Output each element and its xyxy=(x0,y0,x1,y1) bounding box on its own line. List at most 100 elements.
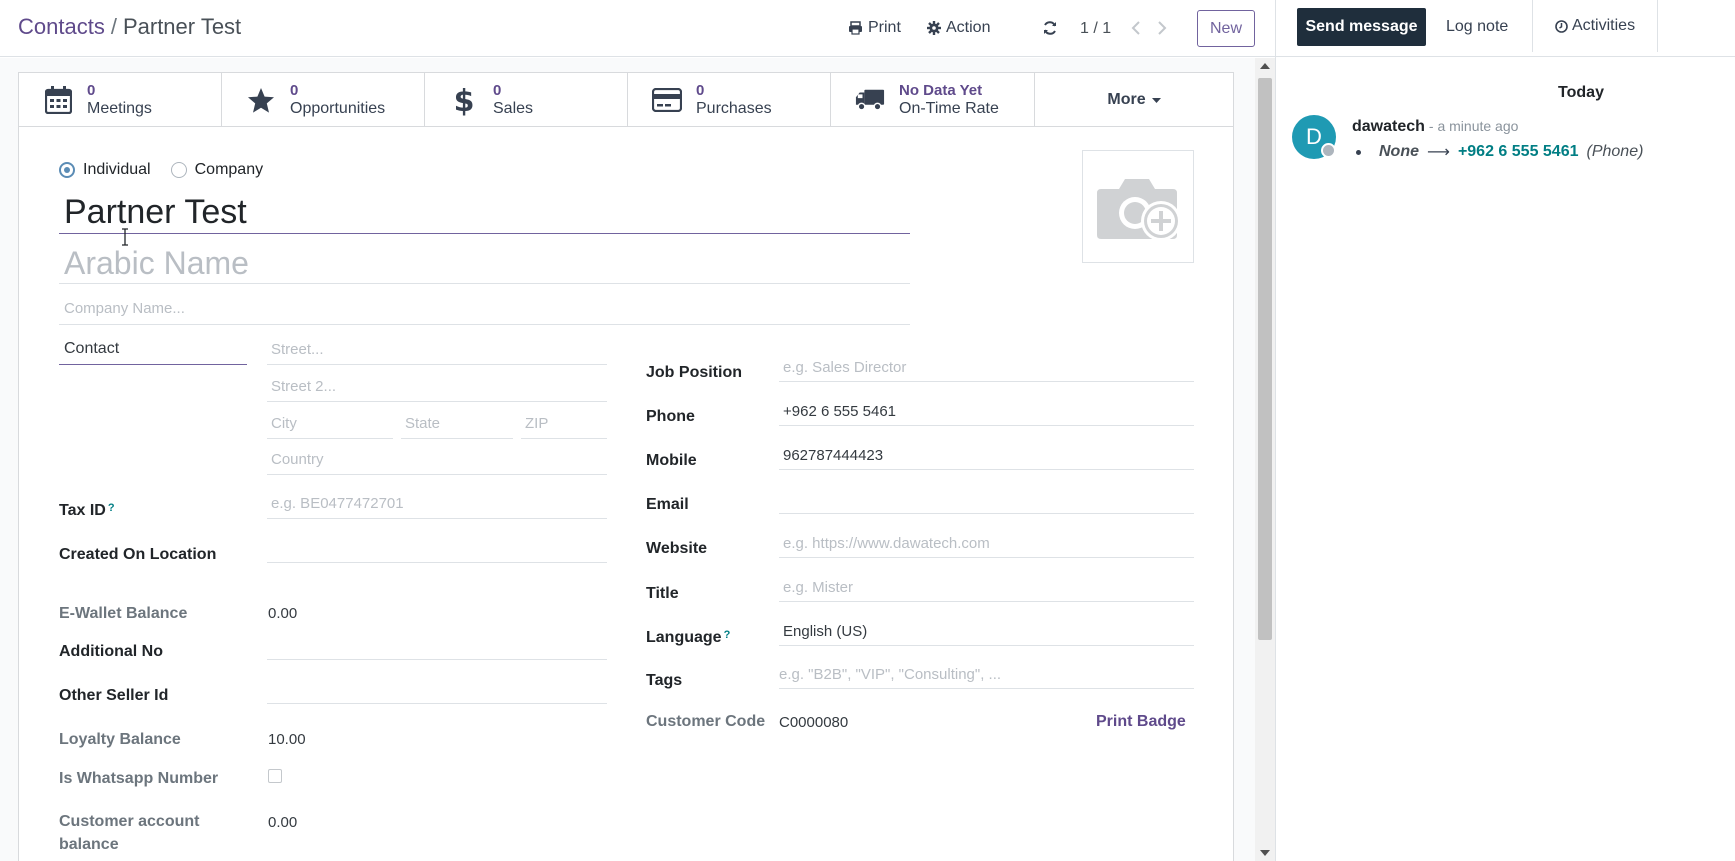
breadcrumb-current: Partner Test xyxy=(122,14,242,39)
individual-option[interactable]: Individual xyxy=(59,161,151,179)
language-label: Language? xyxy=(646,629,730,647)
opportunities-count: 0 xyxy=(290,82,299,99)
individual-radio[interactable] xyxy=(59,162,75,178)
tax-id-label-text: Tax ID xyxy=(59,502,106,519)
mobile-value: 962787444423 xyxy=(783,447,884,464)
pager-value[interactable]: 1 / 1 xyxy=(1080,20,1111,38)
email-label: Email xyxy=(646,496,689,513)
meetings-label: Meetings xyxy=(87,100,152,117)
mobile-field[interactable]: 962787444423 xyxy=(779,442,1194,470)
created-on-location-field[interactable] xyxy=(267,535,607,563)
title-placeholder: e.g. Mister xyxy=(783,579,854,596)
loyalty-balance-label: Loyalty Balance xyxy=(59,731,181,748)
company-label: Company xyxy=(194,161,264,178)
is-whatsapp-checkbox[interactable] xyxy=(268,769,282,783)
smart-buttons-bar: 0 Meetings 0 Opportunities $ 0 Sales 0 Purch… xyxy=(19,73,1233,127)
language-help-icon[interactable]: ? xyxy=(724,629,731,641)
truck-icon xyxy=(855,85,885,115)
tax-id-help-icon[interactable]: ? xyxy=(108,502,115,514)
tags-field[interactable]: e.g. "B2B", "VIP", "Consulting", ... xyxy=(779,661,1194,689)
state-field[interactable]: State xyxy=(401,411,513,439)
phone-label: Phone xyxy=(646,408,695,425)
more-button[interactable]: More xyxy=(1035,73,1233,127)
tax-id-label: Tax ID? xyxy=(59,502,115,520)
pager-next-icon[interactable] xyxy=(1154,18,1170,38)
smart-button-meetings[interactable]: 0 Meetings xyxy=(19,73,222,127)
print-badge-button[interactable]: Print Badge xyxy=(1096,713,1186,731)
customer-code-value: C0000080 xyxy=(779,714,849,731)
scroll-thumb[interactable] xyxy=(1258,78,1272,640)
arabic-name-field[interactable]: Arabic Name xyxy=(59,241,910,284)
tracking-arrow-icon: ⟶ xyxy=(1427,144,1450,161)
additional-no-label: Additional No xyxy=(59,643,163,660)
company-radio[interactable] xyxy=(170,162,187,178)
chatter-panel: Send message Log note Activities Today D… xyxy=(1275,0,1735,861)
meetings-count: 0 xyxy=(87,82,96,99)
job-position-label: Job Position xyxy=(646,364,742,381)
loyalty-balance-value: 10.00 xyxy=(268,731,306,748)
customer-code-label: Customer Code xyxy=(646,713,766,730)
company-option[interactable]: Company xyxy=(170,161,264,179)
website-placeholder: e.g. https://www.dawatech.com xyxy=(783,535,990,552)
image-upload-field[interactable] xyxy=(1082,150,1194,263)
activities-button[interactable]: Activities xyxy=(1532,0,1658,52)
smart-button-sales[interactable]: $ 0 Sales xyxy=(425,73,628,127)
smart-button-opportunities[interactable]: 0 Opportunities xyxy=(222,73,425,127)
breadcrumb-contacts-link[interactable]: Contacts xyxy=(18,14,105,39)
company-name-field[interactable]: Company Name... xyxy=(59,295,910,325)
new-button[interactable]: New xyxy=(1197,10,1255,47)
email-field[interactable] xyxy=(779,486,1194,514)
job-position-placeholder: e.g. Sales Director xyxy=(783,359,907,376)
scroll-down-arrow-icon[interactable] xyxy=(1260,850,1270,856)
action-label: Action xyxy=(946,19,991,36)
activities-label: Activities xyxy=(1571,17,1636,34)
language-select[interactable]: English (US) xyxy=(779,618,1194,646)
customer-account-balance-value: 0.00 xyxy=(268,814,298,831)
street2-field[interactable]: Street 2... xyxy=(267,374,607,402)
name-field[interactable]: Partner Test xyxy=(59,191,910,234)
refresh-button[interactable] xyxy=(1042,20,1058,36)
log-note-button[interactable]: Log note xyxy=(1446,8,1508,46)
star-icon xyxy=(246,85,276,115)
breadcrumb-separator: / xyxy=(110,14,117,39)
state-placeholder: State xyxy=(405,415,441,432)
additional-no-field[interactable] xyxy=(267,632,607,660)
street-placeholder: Street... xyxy=(271,341,324,358)
pager-previous-icon[interactable] xyxy=(1128,18,1144,38)
refresh-icon xyxy=(1044,21,1056,35)
tax-id-field[interactable]: e.g. BE0477472701 xyxy=(267,491,607,519)
name-value: Partner Test xyxy=(64,193,247,231)
country-field[interactable]: Country xyxy=(267,447,607,475)
other-seller-id-label: Other Seller Id xyxy=(59,687,169,704)
scroll-up-arrow-icon[interactable] xyxy=(1260,63,1270,69)
tracking-new-value: +962 6 555 5461 xyxy=(1457,143,1579,160)
address-type-value: Contact xyxy=(64,340,120,357)
svg-text:$: $ xyxy=(454,84,474,116)
title-field[interactable]: e.g. Mister xyxy=(779,574,1194,602)
phone-value: +962 6 555 5461 xyxy=(783,403,897,420)
zip-field[interactable]: ZIP xyxy=(521,411,607,439)
job-position-field[interactable]: e.g. Sales Director xyxy=(779,354,1194,382)
other-seller-id-field[interactable] xyxy=(267,676,607,704)
credit-card-icon xyxy=(652,85,682,115)
tags-placeholder: e.g. "B2B", "VIP", "Consulting", ... xyxy=(779,666,1002,683)
address-type-field[interactable]: Contact xyxy=(59,337,247,365)
zip-placeholder: ZIP xyxy=(525,415,549,432)
sales-count: 0 xyxy=(493,82,502,99)
message-author-name[interactable]: dawatech xyxy=(1352,118,1425,135)
smart-button-purchases[interactable]: 0 Purchases xyxy=(628,73,831,127)
action-button[interactable]: Action xyxy=(927,19,990,37)
print-button[interactable]: Print xyxy=(848,19,901,37)
company-type-selector: Individual Company xyxy=(59,161,263,179)
website-field[interactable]: e.g. https://www.dawatech.com xyxy=(779,530,1194,558)
breadcrumb: Contacts / Partner Test xyxy=(18,14,241,40)
ewallet-balance-label: E-Wallet Balance xyxy=(59,605,188,622)
send-message-button[interactable]: Send message xyxy=(1297,8,1426,46)
arabic-name-placeholder: Arabic Name xyxy=(64,245,249,281)
on-time-rate-label: On-Time Rate xyxy=(899,100,999,117)
city-field[interactable]: City xyxy=(267,411,393,439)
smart-button-on-time-rate[interactable]: No Data Yet On-Time Rate xyxy=(831,73,1035,127)
street-field[interactable]: Street... xyxy=(267,337,607,365)
phone-field[interactable]: +962 6 555 5461 xyxy=(779,398,1194,426)
form-scrollbar[interactable] xyxy=(1255,58,1275,861)
